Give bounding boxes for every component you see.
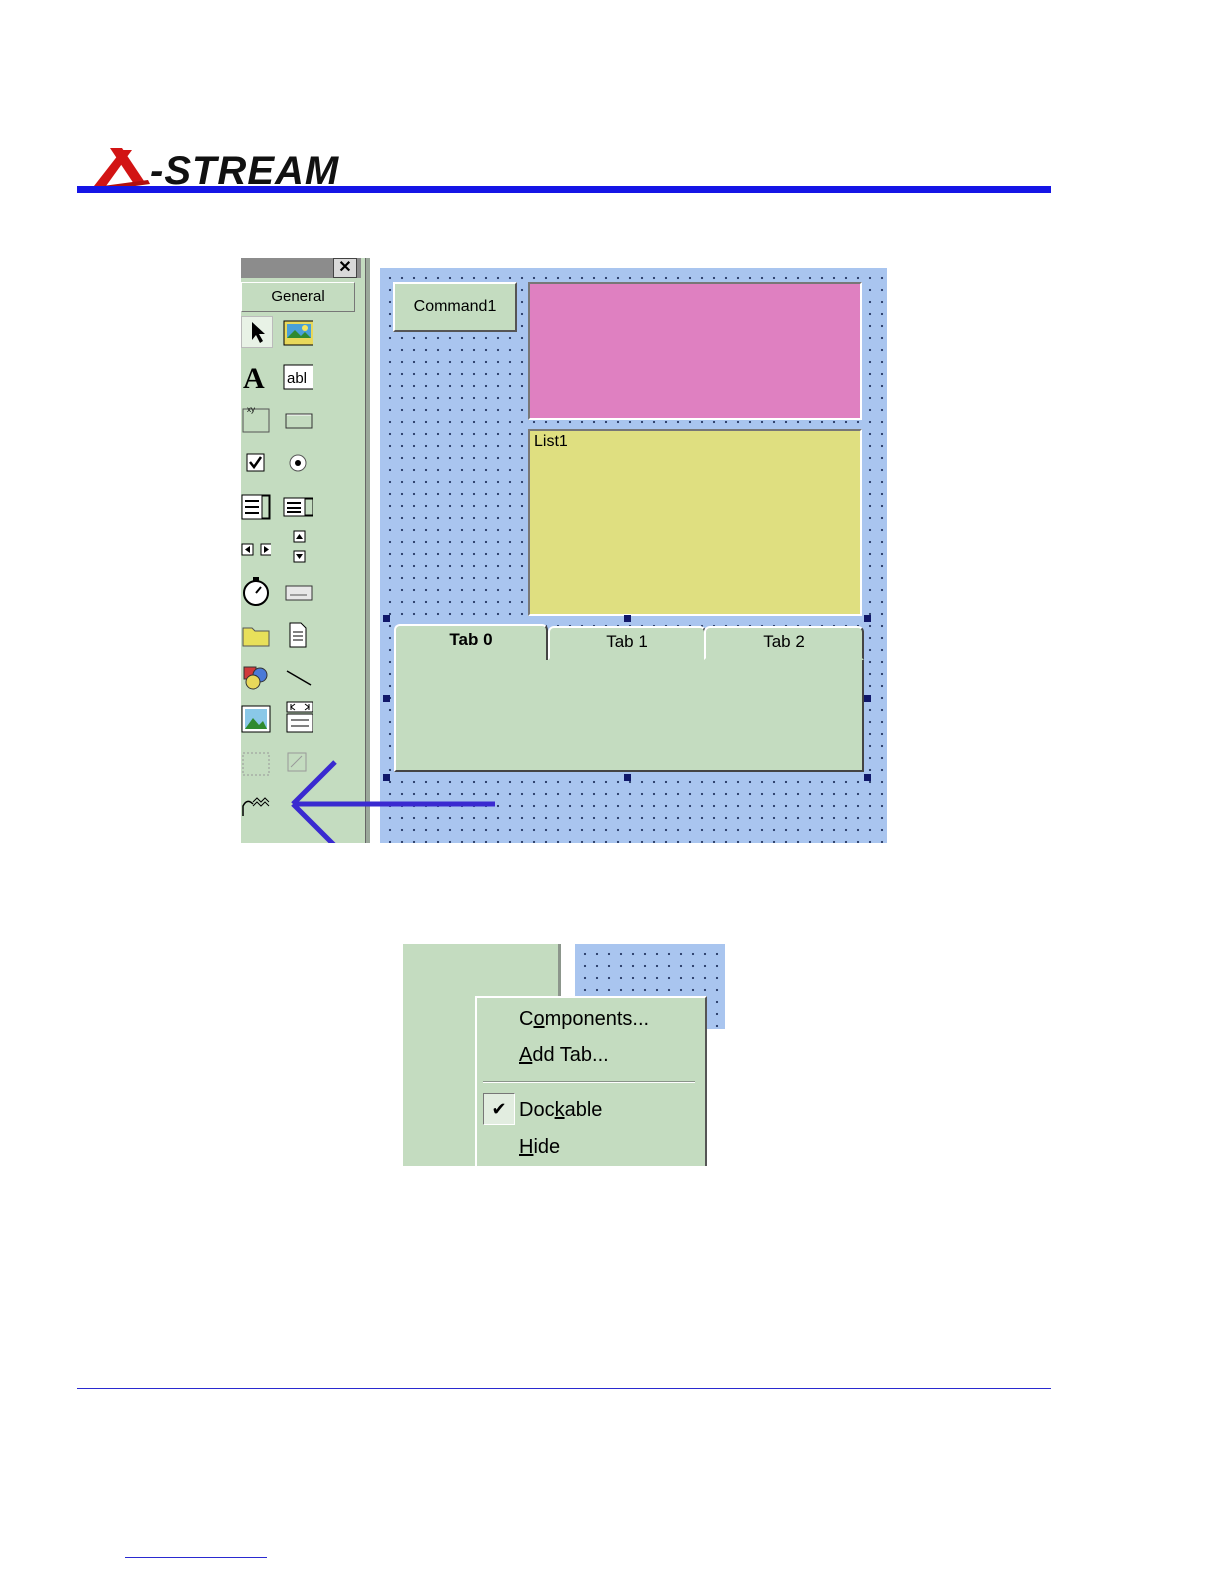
picture-box-icon[interactable] bbox=[283, 318, 313, 348]
shape-icon[interactable] bbox=[241, 662, 271, 692]
toolbox-tab-general[interactable]: General bbox=[241, 282, 355, 312]
label-icon[interactable]: A bbox=[241, 362, 271, 392]
checkbox-icon[interactable] bbox=[241, 448, 271, 478]
hscrollbar-icon[interactable] bbox=[241, 534, 271, 564]
selection-handle[interactable] bbox=[624, 774, 631, 781]
selection-handle[interactable] bbox=[864, 615, 871, 622]
vscrollbar-icon[interactable] bbox=[285, 530, 315, 563]
selection-handle[interactable] bbox=[624, 615, 631, 622]
close-icon: ✕ bbox=[338, 259, 352, 276]
custom-control-icon[interactable] bbox=[241, 790, 271, 820]
drive-list-icon[interactable] bbox=[283, 578, 313, 608]
menu-item-dockable[interactable]: Dockable bbox=[519, 1095, 602, 1125]
gap bbox=[370, 258, 380, 843]
selection-handle[interactable] bbox=[864, 774, 871, 781]
pointer-icon[interactable] bbox=[241, 316, 273, 348]
check-icon: ✔ bbox=[483, 1093, 515, 1125]
option-button-icon[interactable] bbox=[283, 448, 313, 478]
data-icon[interactable] bbox=[283, 701, 313, 733]
footer-rule bbox=[77, 1388, 1051, 1389]
list1-label: List1 bbox=[534, 433, 568, 450]
header-rule bbox=[77, 186, 1051, 193]
textbox-icon[interactable]: abl bbox=[283, 362, 313, 392]
context-menu: Components... Add Tab... ✔ Dockable Hide bbox=[475, 996, 707, 1166]
menu-item-components[interactable]: Components... bbox=[519, 1004, 649, 1034]
tab-control-panel[interactable] bbox=[394, 654, 864, 772]
command-button-icon[interactable] bbox=[283, 406, 313, 436]
image-icon[interactable] bbox=[241, 704, 271, 734]
combobox-icon[interactable] bbox=[241, 492, 271, 522]
ole-icon[interactable] bbox=[241, 748, 271, 778]
menu-separator bbox=[483, 1081, 695, 1083]
menu-item-add-tab[interactable]: Add Tab... bbox=[519, 1040, 609, 1070]
annotation-arrow bbox=[291, 760, 495, 843]
vb-designer-screenshot: ✕ General A abl xy Command1 List1 Tab 0 … bbox=[241, 258, 887, 843]
toolbox-panel: ✕ General A abl xy bbox=[241, 258, 367, 843]
file-list-icon[interactable] bbox=[283, 620, 313, 650]
menu-item-hide[interactable]: Hide bbox=[519, 1132, 560, 1162]
xstream-logo: -STREAM bbox=[88, 140, 408, 193]
tab-1[interactable]: Tab 1 bbox=[548, 626, 706, 660]
context-menu-screenshot: Components... Add Tab... ✔ Dockable Hide bbox=[403, 944, 725, 1166]
line-icon[interactable] bbox=[283, 662, 313, 692]
command1-button[interactable]: Command1 bbox=[393, 282, 517, 332]
xstream-logo-graphic: -STREAM bbox=[88, 148, 339, 193]
footer-short-rule bbox=[125, 1557, 267, 1558]
svg-text:xy: xy bbox=[247, 405, 255, 414]
selection-handle[interactable] bbox=[864, 695, 871, 702]
timer-icon[interactable] bbox=[241, 576, 271, 606]
svg-text:A: A bbox=[243, 363, 265, 391]
close-button[interactable]: ✕ bbox=[333, 258, 357, 278]
frame-icon[interactable]: xy bbox=[241, 404, 271, 434]
listbox-icon[interactable] bbox=[283, 492, 313, 522]
dir-list-icon[interactable] bbox=[241, 620, 271, 650]
list1-listbox[interactable]: List1 bbox=[528, 429, 862, 616]
selection-handle[interactable] bbox=[383, 695, 390, 702]
tab-2[interactable]: Tab 2 bbox=[704, 626, 864, 660]
selection-handle[interactable] bbox=[383, 615, 390, 622]
pink-control[interactable] bbox=[528, 282, 862, 420]
svg-text:abl: abl bbox=[287, 370, 307, 387]
tab-0[interactable]: Tab 0 bbox=[394, 624, 548, 660]
